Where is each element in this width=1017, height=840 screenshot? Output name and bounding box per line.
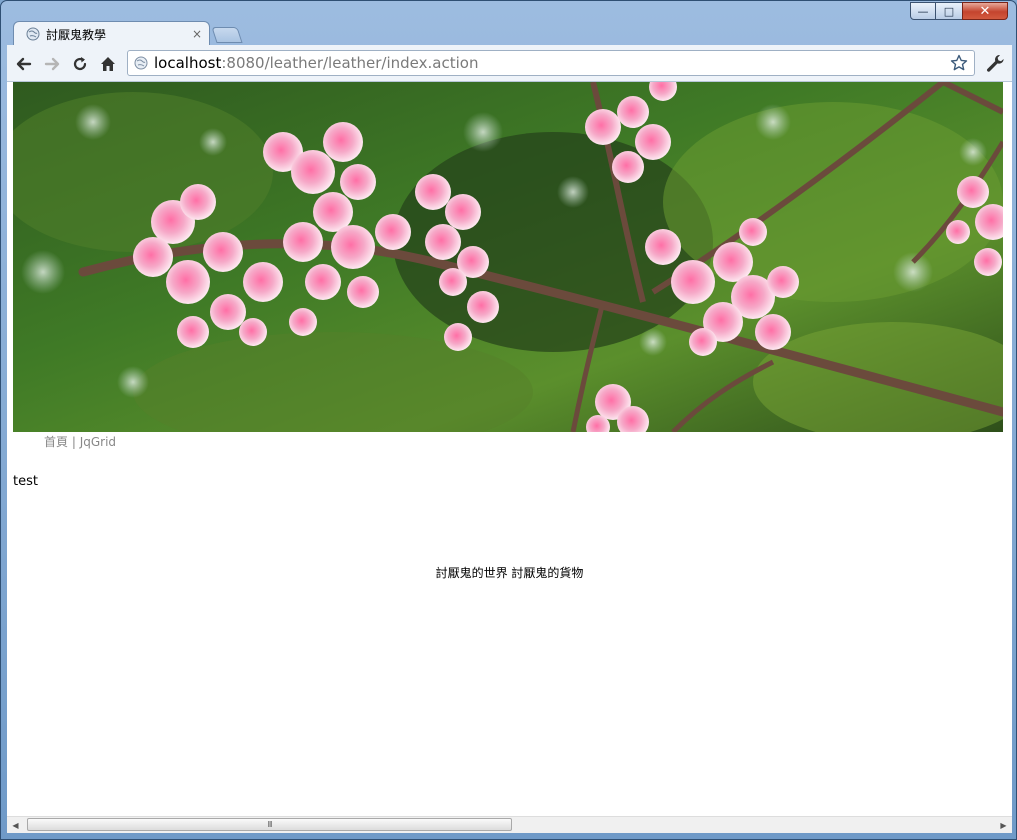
nav-link-home[interactable]: 首頁: [44, 435, 68, 449]
reload-icon: [73, 57, 87, 71]
tab-title: 討厭鬼教學: [46, 27, 107, 42]
bookmark-star-icon[interactable]: [950, 54, 968, 72]
nav-separator: |: [68, 435, 80, 449]
home-button[interactable]: [97, 53, 119, 75]
maximize-button[interactable]: □: [936, 2, 962, 20]
close-window-button[interactable]: ✕: [962, 2, 1008, 20]
forward-button[interactable]: [41, 53, 63, 75]
url-host: localhost: [154, 54, 222, 72]
globe-icon: [26, 27, 40, 41]
nav-link-jqgrid[interactable]: JqGrid: [80, 435, 116, 449]
home-icon: [101, 57, 115, 71]
cherry-blossom-banner: [13, 82, 1003, 432]
arrow-right-icon: [44, 57, 60, 71]
horizontal-scrollbar[interactable]: ◀ III ▶: [7, 816, 1012, 833]
scrollbar-thumb[interactable]: III: [27, 818, 512, 831]
tab-close-button[interactable]: ×: [189, 27, 205, 41]
banner-image: [13, 82, 1003, 432]
back-button[interactable]: [13, 53, 35, 75]
window-controls: — □ ✕: [910, 2, 1008, 20]
new-tab-button[interactable]: [211, 27, 243, 43]
browser-window: — □ ✕ 討厭鬼教學 × localhost:8080/leather/le…: [0, 0, 1017, 840]
wrench-icon[interactable]: [985, 53, 1005, 73]
scroll-left-arrow-icon[interactable]: ◀: [7, 817, 24, 833]
url-path: :8080/leather/leather/index.action: [221, 54, 479, 72]
content-text: test: [13, 474, 38, 489]
browser-toolbar: localhost:8080/leather/leather/index.act…: [7, 45, 1012, 82]
minimize-button[interactable]: —: [910, 2, 936, 20]
address-bar[interactable]: localhost:8080/leather/leather/index.act…: [127, 50, 975, 76]
page-viewport: 首頁 | JqGrid test 討厭鬼的世界 討厭鬼的貨物: [7, 82, 1012, 816]
reload-button[interactable]: [69, 53, 91, 75]
browser-tab[interactable]: 討厭鬼教學 ×: [13, 21, 210, 46]
nav-links: 首頁 | JqGrid: [44, 433, 116, 450]
footer-text: 討厭鬼的世界 討厭鬼的貨物: [435, 566, 584, 580]
arrow-left-icon: [16, 57, 32, 71]
page-globe-icon: [134, 56, 148, 70]
scroll-right-arrow-icon[interactable]: ▶: [995, 817, 1012, 833]
